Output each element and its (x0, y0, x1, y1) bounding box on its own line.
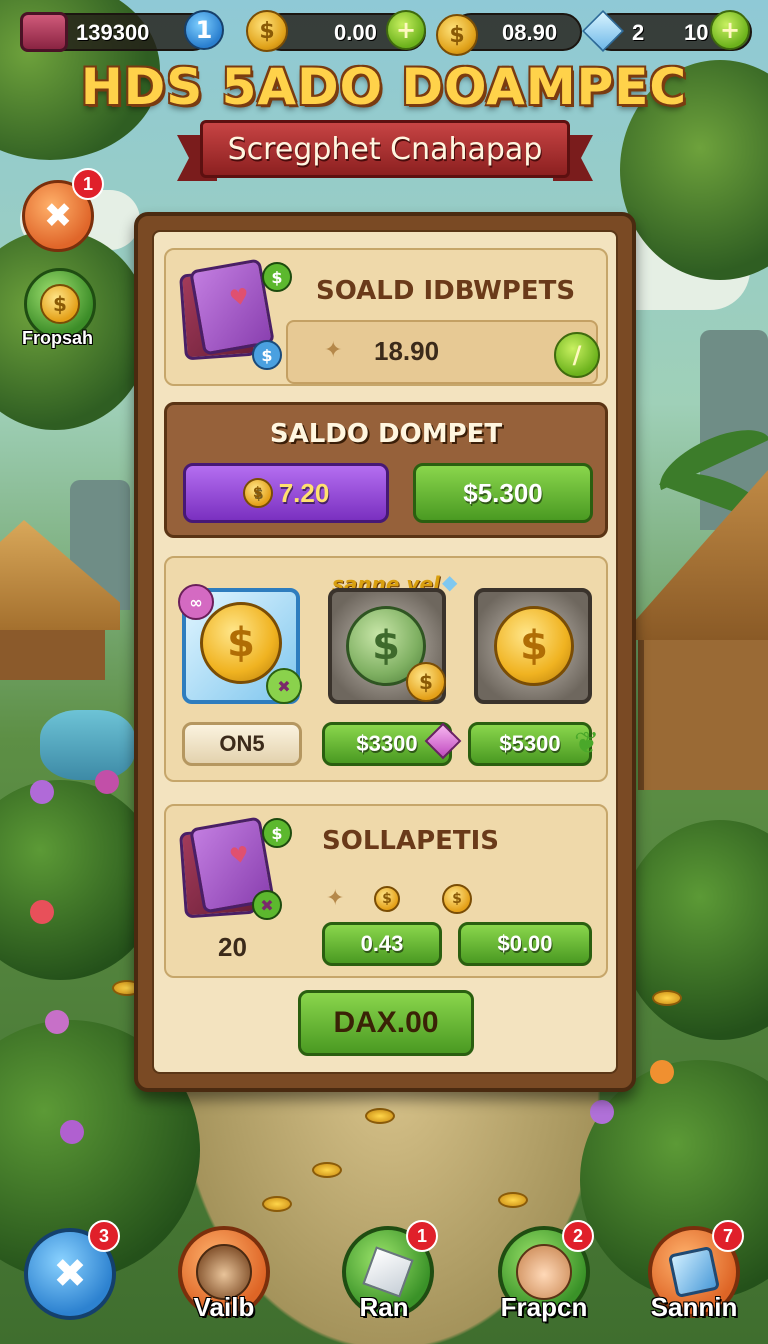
tools-icon: ✖ (43, 196, 73, 236)
resource-3-value: 08.90 (502, 20, 558, 45)
gold-coin-icon: $ (406, 662, 446, 702)
flower (45, 1010, 69, 1034)
leaf-icon: ❦ (574, 726, 600, 761)
add-gems-button[interactable]: + (710, 10, 750, 50)
game-title: HDS 5ADO DOAMPEC (80, 58, 688, 116)
resource-2-value: 0.00 (334, 20, 377, 45)
nav-ran-badge: 1 (406, 1220, 438, 1252)
hut-right (638, 620, 768, 790)
link-badge-icon: ∞ (178, 584, 214, 620)
tools-icon: ✖ (53, 1251, 87, 1297)
diamond-icon: ◆ (442, 570, 458, 594)
nav-sannin-badge: 7 (712, 1220, 744, 1252)
flower (60, 1120, 84, 1144)
bush (620, 820, 768, 1040)
nav-sannin-label: Sannin (650, 1292, 738, 1322)
ground-coin (652, 990, 682, 1006)
chest-icon (20, 12, 68, 52)
nav-frapcn-label: Frapcn (500, 1292, 588, 1322)
close-badge-icon: ✖ (266, 668, 302, 704)
flower (95, 770, 119, 794)
panel-inner: ♥ $ $ SOALD IDBWPETS ✦ 18.90 / SALDO DOM… (152, 230, 618, 1074)
resource-bar: 139300 1 $ 0.00 + $ 08.90 2 10 + (0, 0, 768, 64)
gold-coin-icon: $ (200, 602, 282, 684)
coin-icon: $ (374, 886, 400, 912)
subtitle-ribbon: Scregphet Cnahapap (200, 120, 570, 178)
section-1-action-button[interactable]: / (554, 332, 600, 378)
nav-frapcn-badge: 2 (562, 1220, 594, 1252)
sparkle-icon: ✦ (324, 338, 343, 363)
resource-4-value-2: 10 (684, 20, 709, 45)
nav-vailb-label: Vailb (193, 1292, 255, 1322)
ground-coin (262, 1196, 292, 1212)
daily-reward-label: Fropsah (22, 328, 94, 348)
ground-coin (312, 1162, 342, 1178)
balance-cash-button[interactable]: $5.300 (413, 463, 593, 523)
flower (30, 780, 54, 804)
section-4-left-button[interactable]: 0.43 (322, 922, 442, 966)
coin-icon: $ (242, 478, 273, 508)
sparkle-icon: ✦ (326, 886, 345, 911)
section-4-count: 20 (218, 932, 247, 962)
coin-badge-icon: $ (40, 284, 80, 324)
cube-icon (362, 1246, 414, 1298)
section-4-heading: SOLLAPETIS (322, 826, 500, 856)
heart-icon: ♥ (227, 284, 252, 313)
main-action-button[interactable]: DAX.00 (298, 990, 474, 1056)
section-dompet: SALDO DOMPET $ 7.20 $5.300 (164, 402, 608, 538)
section-idbwpets: ♥ $ $ SOALD IDBWPETS ✦ 18.90 / (164, 248, 608, 386)
section-2-heading: SALDO DOMPET (269, 419, 503, 449)
section-1-value: 18.90 (374, 336, 440, 366)
subtitle-text: Scregphet Cnahapap (227, 131, 543, 167)
coin-icon: $ (246, 10, 288, 52)
section-1-heading: SOALD IDBWPETS (316, 276, 576, 306)
gold-coin-icon: $ (494, 606, 574, 686)
wallet-panel: ♥ $ $ SOALD IDBWPETS ✦ 18.90 / SALDO DOM… (134, 212, 636, 1092)
nav-ran-label: Ran (359, 1292, 409, 1322)
shop-tile-2[interactable]: $ $ (328, 588, 446, 704)
flower (590, 1100, 614, 1124)
resource-1-button[interactable]: 1 (184, 10, 224, 50)
shop-tile-1[interactable]: $ ∞ ✖ (178, 584, 302, 704)
blue-dollar-badge-icon: $ (252, 340, 282, 370)
slash-icon: / (572, 341, 582, 369)
section-4-right-button[interactable]: $0.00 (458, 922, 592, 966)
section-1-value-strip: ✦ 18.90 (286, 320, 598, 384)
flower (30, 900, 54, 924)
coin-stack-icon: $ (436, 14, 478, 56)
section-shop: sanne vel ◆ $ ∞ ✖ $ $ $ ON5 $3300 $5300 … (164, 556, 608, 782)
balance-coins-value: 7.20 (278, 477, 330, 508)
heart-icon: ♥ (227, 842, 252, 871)
nav-tools-badge: 3 (88, 1220, 120, 1252)
ground-coin (498, 1192, 528, 1208)
flower (650, 1060, 674, 1084)
shop-tile-3[interactable]: $ (474, 588, 592, 704)
section-sollapetis: ♥ $ ✖ SOLLAPETIS ✦ $ $ 20 0.43 $0.00 (164, 804, 608, 978)
green-close-badge-icon: ✖ (252, 890, 282, 920)
waterfall-pool (40, 710, 135, 780)
ground-coin (365, 1108, 395, 1124)
shop-tile-1-price[interactable]: ON5 (182, 722, 302, 766)
green-dollar-badge-icon: $ (262, 262, 292, 292)
resource-1-value: 139300 (76, 20, 150, 45)
add-coins-button[interactable]: + (386, 10, 426, 50)
balance-coins-button[interactable]: $ 7.20 (183, 463, 389, 523)
gem-card-icon (667, 1245, 721, 1299)
coin-icon: $ (442, 884, 472, 914)
notification-badge: 1 (72, 168, 104, 200)
green-dollar-badge-icon: $ (262, 818, 292, 848)
resource-4-value: 2 (632, 20, 645, 45)
